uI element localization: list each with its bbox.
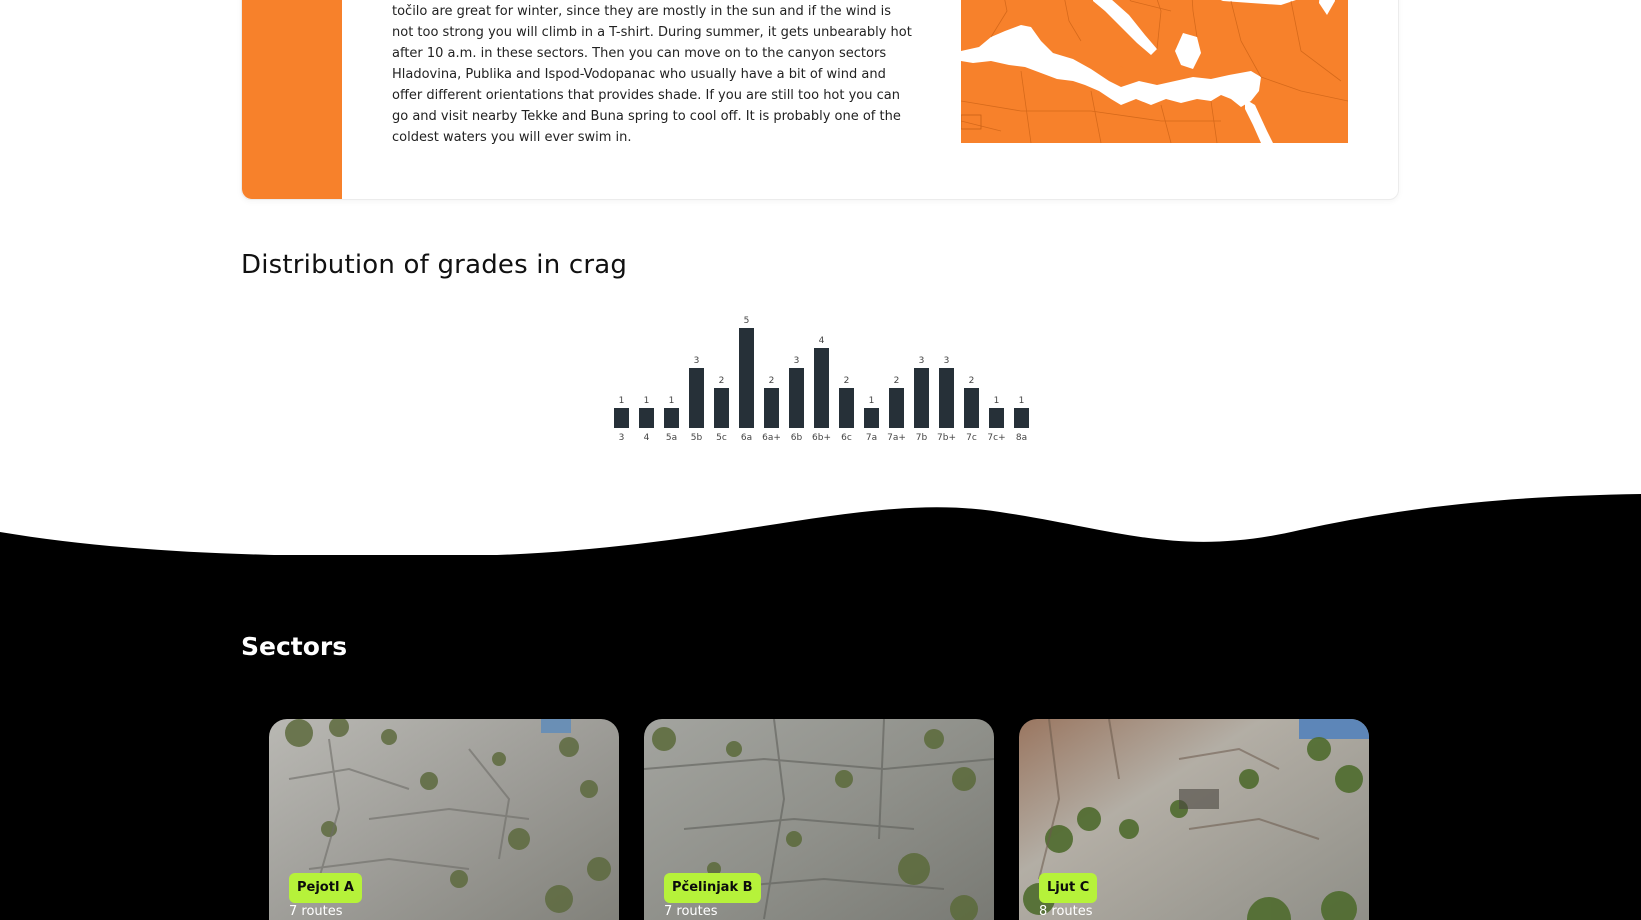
- grade-count-label: 3: [694, 356, 700, 366]
- grade-tick-label: 6a+: [762, 433, 781, 443]
- grade-bar-7a: [864, 408, 879, 428]
- grades-section-title: Distribution of grades in crag: [241, 250, 628, 280]
- sector-card[interactable]: Pčelinjak B 7 routes: [644, 719, 994, 920]
- grade-tick-label: 7c: [966, 433, 977, 443]
- grade-tick-label: 5a: [666, 433, 677, 443]
- sector-route-count: 7 routes: [664, 904, 718, 919]
- grade-tick-label: 4: [644, 433, 650, 443]
- grade-count-label: 1: [619, 396, 625, 406]
- grade-tick-label: 5c: [716, 433, 727, 443]
- grade-tick-label: 6c: [841, 433, 852, 443]
- sector-route-count: 8 routes: [1039, 904, 1093, 919]
- sector-card[interactable]: Pejotl A 7 routes: [269, 719, 619, 920]
- grade-tick-label: 7c+: [987, 433, 1005, 443]
- grade-count-label: 2: [719, 376, 725, 386]
- grade-bar-7a+: [889, 388, 904, 428]
- grade-tick-label: 8a: [1016, 433, 1027, 443]
- grade-bar-6a+: [764, 388, 779, 428]
- grade-count-label: 1: [669, 396, 675, 406]
- grade-bar-8a: [1014, 408, 1029, 428]
- grade-bar-6a: [739, 328, 754, 428]
- grade-tick-label: 7b+: [937, 433, 956, 443]
- grade-count-label: 1: [1019, 396, 1025, 406]
- sector-name-badge: Pčelinjak B: [664, 873, 761, 903]
- grade-bar-5b: [689, 368, 704, 428]
- grade-tick-label: 5b: [691, 433, 703, 443]
- grade-bar-6b+: [814, 348, 829, 428]
- grade-count-label: 2: [769, 376, 775, 386]
- accent-stripe: [242, 0, 342, 199]
- grade-distribution-chart: 1 3 1 4 1 5a 3 5b 2 5c 5 6a 2 6a+ 3 6b 4 6b+ 2 6c 1 7a 2 7a+ 3 7b…: [614, 316, 1029, 443]
- grade-count-label: 3: [944, 356, 950, 366]
- grade-tick-label: 6b: [791, 433, 803, 443]
- grade-bar-4: [639, 408, 654, 428]
- grade-count-label: 2: [969, 376, 975, 386]
- grade-bar-6c: [839, 388, 854, 428]
- crag-description: točilo are great for winter, since they …: [392, 4, 912, 145]
- grade-bar-7c+: [989, 408, 1004, 428]
- grade-bar-5a: [664, 408, 679, 428]
- grade-tick-label: 7a: [866, 433, 877, 443]
- grade-bar-3: [614, 408, 629, 428]
- grade-count-label: 1: [869, 396, 875, 406]
- grade-tick-label: 7a+: [887, 433, 906, 443]
- wave-divider: [0, 494, 1641, 560]
- grade-tick-label: 7b: [916, 433, 928, 443]
- location-map[interactable]: [961, 0, 1348, 143]
- grade-count-label: 1: [644, 396, 650, 406]
- grade-count-label: 1: [994, 396, 1000, 406]
- grade-count-label: 4: [819, 336, 825, 346]
- grade-bar-5c: [714, 388, 729, 428]
- sector-name-badge: Pejotl A: [289, 873, 362, 903]
- grade-count-label: 5: [744, 316, 750, 326]
- crag-info-card: točilo are great for winter, since they …: [241, 0, 1399, 200]
- grade-bar-7b+: [939, 368, 954, 428]
- sector-route-count: 7 routes: [289, 904, 343, 919]
- grade-tick-label: 6a: [741, 433, 752, 443]
- grade-count-label: 2: [844, 376, 850, 386]
- grade-count-label: 2: [894, 376, 900, 386]
- grade-count-label: 3: [919, 356, 925, 366]
- grade-tick-label: 3: [619, 433, 625, 443]
- sectors-title: Sectors: [241, 632, 348, 661]
- grade-tick-label: 6b+: [812, 433, 831, 443]
- page: točilo are great for winter, since they …: [0, 0, 1641, 920]
- grade-count-label: 3: [794, 356, 800, 366]
- grade-bar-7b: [914, 368, 929, 428]
- sector-name-badge: Ljut C: [1039, 873, 1098, 903]
- sector-card[interactable]: Ljut C 8 routes: [1019, 719, 1369, 920]
- grade-bar-6b: [789, 368, 804, 428]
- grade-bar-7c: [964, 388, 979, 428]
